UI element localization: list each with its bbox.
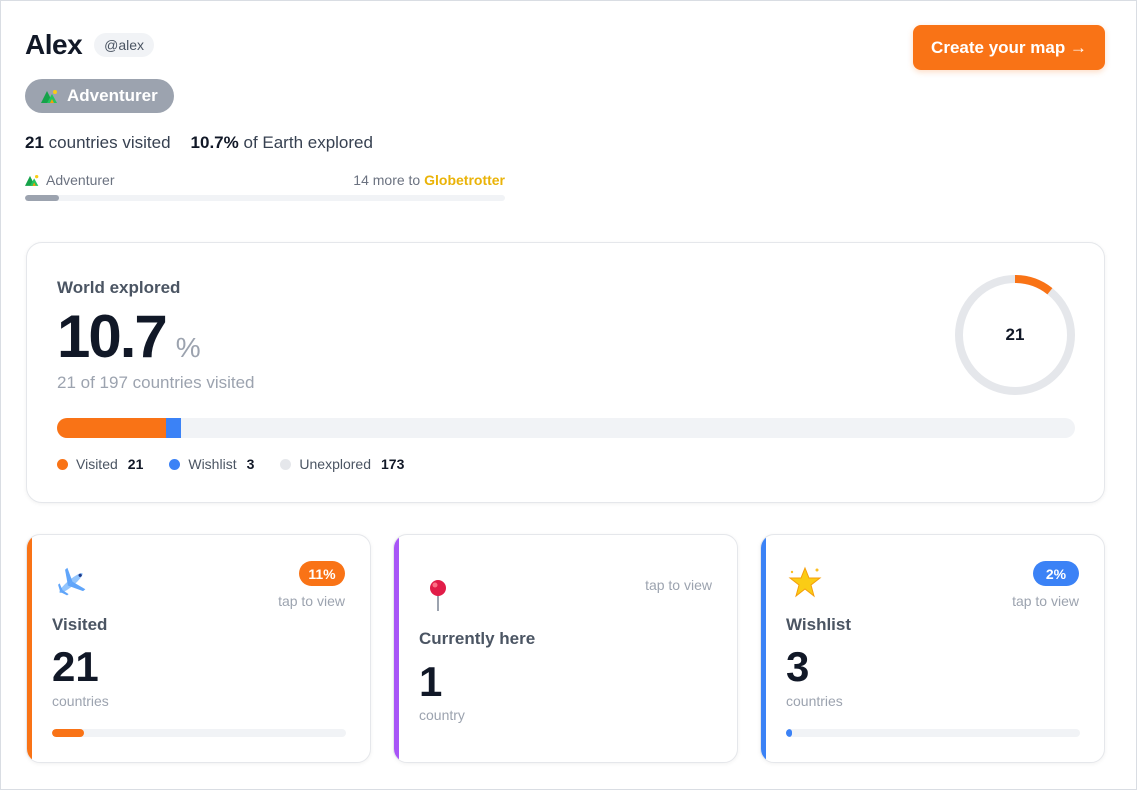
currently-here-title: Currently here (419, 629, 536, 648)
name-row: Alex @alex (25, 29, 174, 61)
earth-suffix: of Earth explored (243, 133, 373, 152)
countries-suffix: countries visited (48, 133, 171, 152)
wishlist-count: 3 (786, 643, 810, 690)
currently-here-tap-hint: tap to view (645, 577, 712, 593)
remaining-text: 14 more to (353, 172, 421, 188)
donut-center-count: 21 (1005, 325, 1025, 344)
countries-count: 21 (25, 133, 44, 152)
currently-here-card[interactable]: tap to view Currently here 1 country (393, 534, 738, 763)
user-name: Alex (25, 29, 83, 60)
pushpin-icon (430, 580, 446, 611)
rank-progress-bar (25, 195, 505, 201)
visited-percent-badge: 11% (299, 561, 345, 586)
world-explored-card: World explored 10.7 % 21 of 197 countrie… (26, 242, 1105, 503)
world-legend: Visited 21 Wishlist 3 Unexplored 173 (57, 456, 404, 472)
tent-icon (25, 175, 39, 186)
split-wishlist-segment (165, 418, 182, 438)
tent-icon (41, 90, 57, 103)
visited-tap-hint: tap to view (278, 593, 345, 609)
rank-label: Adventurer (67, 86, 158, 105)
visited-title: Visited (52, 615, 108, 634)
wishlist-dot-icon (169, 458, 181, 470)
legend-visited-label: Visited (76, 456, 118, 472)
current-rank: Adventurer (25, 172, 114, 188)
world-explored-label: World explored (57, 278, 181, 297)
currently-here-unit: country (419, 707, 465, 723)
profile-header: Alex @alex Adventurer (25, 29, 174, 113)
wishlist-tap-hint: tap to view (1012, 593, 1079, 609)
currently-here-card-accent (394, 535, 399, 762)
create-map-button[interactable]: Create your map → (913, 25, 1105, 70)
rank-badge: Adventurer (25, 79, 174, 113)
countries-summary: 21 countries visited (25, 133, 171, 153)
world-percent-unit: % (175, 332, 201, 363)
earth-percent: 10.7% (190, 133, 239, 152)
currently-here-count: 1 (419, 658, 443, 705)
earth-summary: 10.7% of Earth explored (191, 133, 373, 153)
unexplored-dot-icon (280, 458, 292, 470)
airplane-icon (58, 567, 86, 596)
world-percent-value: 10.7 (57, 303, 168, 370)
rank-progress-labels: Adventurer 14 more to Globetrotter (25, 172, 505, 188)
wishlist-card[interactable]: 2% tap to view Wishlist 3 countries (760, 534, 1105, 763)
user-handle: @alex (94, 33, 155, 57)
visited-dot-icon (57, 458, 68, 470)
world-percent: 10.7 % (57, 307, 201, 367)
legend-unexplored-value: 173 (381, 456, 405, 472)
next-rank-text: 14 more to Globetrotter (353, 172, 505, 188)
visited-card[interactable]: 11% tap to view Visited 21 countries (26, 534, 371, 763)
legend-wishlist-label: Wishlist (188, 456, 237, 472)
visited-count: 21 (52, 643, 99, 690)
wishlist-percent-badge: 2% (1033, 561, 1079, 586)
current-rank-label: Adventurer (46, 172, 115, 188)
wishlist-progress-bar (786, 729, 1080, 737)
wishlist-title: Wishlist (786, 615, 852, 634)
world-split-bar (57, 418, 1075, 438)
legend-visited-value: 21 (127, 456, 144, 472)
split-visited-segment (57, 418, 166, 438)
legend-visited: Visited 21 (57, 456, 143, 472)
legend-wishlist: Wishlist 3 (169, 456, 254, 472)
visited-card-accent (27, 535, 32, 762)
visited-progress-fill (52, 729, 85, 737)
visited-progress-bar (52, 729, 346, 737)
wishlist-progress-fill (786, 729, 792, 737)
legend-unexplored-label: Unexplored (299, 456, 371, 472)
explore-summary: 21 countries visited 10.7% of Earth expl… (25, 133, 373, 153)
visited-unit: countries (52, 693, 109, 709)
legend-unexplored: Unexplored 173 (280, 456, 404, 472)
wishlist-card-accent (761, 535, 766, 762)
wishlist-unit: countries (786, 693, 843, 709)
rank-progress-fill (25, 195, 59, 201)
legend-wishlist-value: 3 (246, 456, 255, 472)
next-rank-label: Globetrotter (424, 172, 505, 188)
world-subtitle: 21 of 197 countries visited (57, 373, 255, 392)
star-icon (788, 566, 822, 598)
